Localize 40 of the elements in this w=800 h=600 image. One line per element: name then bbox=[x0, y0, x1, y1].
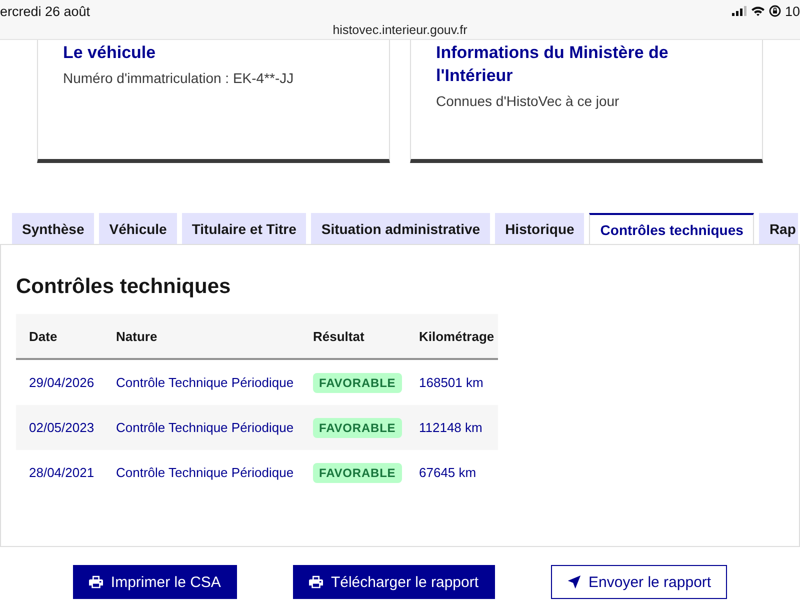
tab[interactable]: Titulaire et Titre bbox=[182, 213, 306, 244]
table-cell: Contrôle Technique Périodique bbox=[103, 359, 300, 405]
rotation-lock-icon bbox=[768, 5, 781, 17]
send-icon bbox=[566, 575, 581, 589]
column-header: Date bbox=[16, 314, 103, 359]
table-cell: 168501 km bbox=[406, 359, 498, 405]
tab[interactable]: Rap bbox=[759, 213, 798, 244]
status-date: ercredi 26 août bbox=[0, 4, 90, 18]
tab[interactable]: Synthèse bbox=[12, 213, 94, 244]
wifi-icon bbox=[750, 6, 765, 16]
table-cell: Contrôle Technique Périodique bbox=[103, 405, 300, 450]
table-cell: 29/04/2026 bbox=[16, 359, 103, 405]
table-cell: 28/04/2021 bbox=[16, 450, 103, 495]
card-text: Numéro d'immatriculation : EK-4**-JJ bbox=[63, 69, 295, 88]
action-button[interactable]: Télécharger le rapport bbox=[292, 565, 495, 599]
tab[interactable]: Situation administrative bbox=[311, 213, 490, 244]
action-button[interactable]: Envoyer le rapport bbox=[550, 565, 728, 599]
column-header: Résultat bbox=[300, 314, 406, 359]
table-cell: 02/05/2023 bbox=[16, 405, 103, 450]
status-badge: FAVORABLE bbox=[313, 462, 402, 482]
tab[interactable]: Contrôles techniques bbox=[589, 213, 754, 244]
url-text[interactable]: histovec.interieur.gouv.fr bbox=[332, 22, 468, 38]
status-badge: FAVORABLE bbox=[313, 418, 402, 438]
action-button[interactable]: Imprimer le CSA bbox=[72, 565, 237, 599]
card-text: Connues d'HistoVec à ce jour bbox=[436, 92, 620, 111]
card-title: Informations du Ministère de l'Intérieur bbox=[436, 42, 670, 87]
card-title: Le véhicule bbox=[63, 42, 157, 64]
printer-icon bbox=[308, 575, 323, 589]
table-cell: 67645 km bbox=[406, 450, 498, 495]
signal-icon bbox=[732, 6, 747, 16]
table-cell: 112148 km bbox=[406, 405, 498, 450]
status-badge: FAVORABLE bbox=[313, 372, 402, 392]
column-header: Kilométrage bbox=[406, 314, 498, 359]
tab[interactable]: Véhicule bbox=[99, 213, 177, 244]
printer-icon bbox=[88, 575, 103, 589]
column-header: Nature bbox=[103, 314, 300, 359]
tab[interactable]: Historique bbox=[495, 213, 584, 244]
table-cell: Contrôle Technique Périodique bbox=[103, 450, 300, 495]
battery-percent: 10 bbox=[784, 4, 800, 18]
panel-title: Contrôles techniques bbox=[16, 274, 232, 300]
